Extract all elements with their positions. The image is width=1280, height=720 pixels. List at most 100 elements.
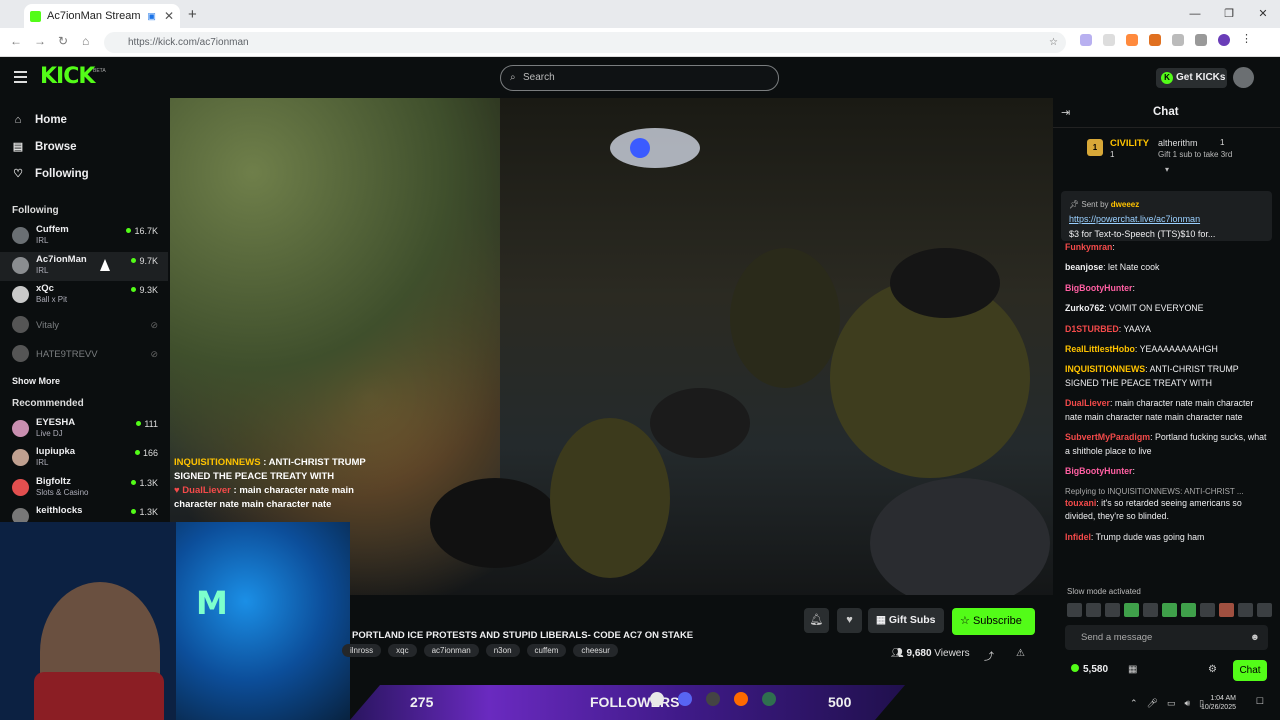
send-chat-button[interactable]: Chat: [1233, 660, 1267, 681]
share-icon[interactable]: ⤴: [984, 648, 994, 663]
channel-item[interactable]: Cuffem IRL 16.7K: [0, 222, 168, 252]
show-more-link[interactable]: Show More: [0, 370, 168, 392]
sidebar-item-following[interactable]: ♡ Following: [0, 160, 168, 187]
hamburger-menu-icon[interactable]: [14, 71, 27, 86]
user-avatar[interactable]: [1233, 67, 1254, 88]
gift-icon[interactable]: ▦: [1128, 664, 1137, 675]
tab-audio-icon[interactable]: ▣: [147, 11, 156, 22]
menu-kebab-icon[interactable]: ⋮: [1241, 34, 1253, 46]
channel-item[interactable]: Vitaly ⊘: [0, 311, 168, 341]
emote-icon[interactable]: [1086, 603, 1101, 617]
forward-icon[interactable]: →: [34, 34, 46, 48]
sidebar-item-home[interactable]: ⌂ Home: [0, 106, 168, 133]
extension-icon[interactable]: [1103, 34, 1115, 46]
extension-icon[interactable]: [1126, 34, 1138, 46]
emote-icon[interactable]: [1067, 603, 1082, 617]
chat-username[interactable]: Infidel: [1065, 532, 1091, 542]
url-field[interactable]: https://kick.com/ac7ionman ☆: [104, 32, 1066, 53]
app-icon[interactable]: [734, 692, 748, 706]
emote-icon[interactable]: [1200, 603, 1215, 617]
chat-username[interactable]: BigBootyHunter: [1065, 283, 1132, 293]
volume-icon[interactable]: 🔊︎: [1185, 698, 1191, 709]
emote-icon[interactable]: [1124, 603, 1139, 617]
close-window-icon[interactable]: ✕: [1246, 0, 1280, 28]
chat-message-input[interactable]: Send a message ☻: [1065, 625, 1268, 650]
stream-tag[interactable]: n3on: [485, 644, 520, 657]
emote-icon[interactable]: [1238, 603, 1253, 617]
channel-item[interactable]: Bigfoltz Slots & Casino 1.3K: [0, 474, 168, 504]
kicks-coin-icon: K: [1161, 72, 1173, 84]
clock-time: 1:04 AM: [1210, 695, 1236, 702]
mic-icon[interactable]: 🎤︎: [1147, 698, 1158, 709]
search-input[interactable]: ⌕ Search: [500, 65, 779, 91]
sidebar-item-browse[interactable]: ▤ Browse: [0, 133, 168, 160]
emote-bar: [1067, 603, 1272, 617]
channel-item[interactable]: keithlocks 1.3K: [0, 503, 168, 523]
emote-icon[interactable]: [1105, 603, 1120, 617]
discord-icon[interactable]: [678, 692, 692, 706]
powerchat-link[interactable]: https://powerchat.live/ac7ionman: [1069, 212, 1264, 227]
stream-tag[interactable]: cuffem: [526, 644, 567, 657]
network-icon[interactable]: ▭: [1167, 698, 1176, 709]
clock[interactable]: 1:04 AM 10/26/2025: [1201, 694, 1236, 712]
home-browser-icon[interactable]: ⌂: [82, 34, 89, 48]
emote-icon[interactable]: [1257, 603, 1272, 617]
new-tab-icon[interactable]: +: [188, 6, 197, 23]
subscribe-label: Subscribe: [972, 615, 1022, 627]
chat-username[interactable]: DualLiever: [1065, 398, 1110, 408]
notifications-icon[interactable]: ☐: [1256, 696, 1264, 707]
collapse-chat-icon[interactable]: ⇥: [1061, 106, 1070, 119]
stream-tag[interactable]: xqc: [388, 644, 417, 657]
close-tab-icon[interactable]: ✕: [164, 9, 174, 23]
chat-username[interactable]: D1STURBED: [1065, 324, 1119, 334]
chrome-icon[interactable]: [650, 692, 664, 706]
stream-tag[interactable]: ac7ionman: [423, 644, 479, 657]
chat-username[interactable]: touxani: [1065, 498, 1096, 508]
channel-points[interactable]: 5,580: [1071, 664, 1108, 675]
channel-item[interactable]: xQc Ball x Pit 9.3K: [0, 281, 168, 311]
chat-username[interactable]: SubvertMyParadigm: [1065, 432, 1150, 442]
restore-icon[interactable]: ❐: [1212, 0, 1246, 28]
video-player[interactable]: [170, 98, 1053, 595]
chat-username[interactable]: INQUISITIONNEWS: [1065, 364, 1145, 374]
channel-item[interactable]: Ac7ionMan IRL 9.7K: [0, 251, 168, 281]
emote-icon[interactable]: [1219, 603, 1234, 617]
chevron-down-icon[interactable]: ▾: [1165, 165, 1169, 174]
back-icon[interactable]: ←: [10, 34, 22, 48]
emote-icon[interactable]: [1143, 603, 1158, 617]
notifications-bell-button[interactable]: 🔔︎: [804, 608, 829, 633]
profile-avatar-icon[interactable]: [1218, 34, 1230, 46]
report-icon[interactable]: ⚠: [1016, 648, 1025, 659]
subscribe-button[interactable]: ☆ Subscribe: [952, 608, 1035, 635]
stream-tag[interactable]: cheesur: [573, 644, 618, 657]
emote-icon[interactable]: [1162, 603, 1177, 617]
extension-icon[interactable]: [1080, 34, 1092, 46]
chat-username[interactable]: beanjose: [1065, 262, 1103, 272]
kick-logo[interactable]: KICK: [40, 65, 95, 89]
chat-username[interactable]: Funkymran: [1065, 242, 1112, 252]
browser-tab[interactable]: Ac7ionMan Stream - Watc ▣ ✕: [24, 4, 180, 28]
epic-icon[interactable]: [706, 692, 720, 706]
gear-icon[interactable]: ⚙: [1208, 664, 1217, 675]
chevron-up-icon[interactable]: ⌃: [1130, 698, 1138, 709]
gift-subs-button[interactable]: ▦ Gift Subs: [868, 608, 944, 633]
minimize-icon[interactable]: —: [1178, 0, 1212, 28]
channel-item[interactable]: lupiupka IRL 166: [0, 444, 168, 474]
chat-username[interactable]: RealLittlestHobo: [1065, 344, 1135, 354]
emoji-icon[interactable]: ☻: [1250, 625, 1260, 650]
channel-item[interactable]: HATE9TREVV ⊘: [0, 340, 168, 370]
channel-item[interactable]: EYESHA Live DJ 111: [0, 415, 168, 445]
get-kicks-button[interactable]: K Get KICKs: [1156, 68, 1227, 88]
follow-heart-button[interactable]: ♥: [837, 608, 862, 633]
bookmark-star-icon[interactable]: ☆: [1049, 32, 1058, 53]
chat-username[interactable]: Zurko762: [1065, 303, 1104, 313]
app-icon[interactable]: [762, 692, 776, 706]
emote-icon[interactable]: [1181, 603, 1196, 617]
reload-icon[interactable]: ↻: [58, 34, 68, 48]
stream-tag[interactable]: ilnross: [342, 644, 382, 657]
extension-icon[interactable]: [1149, 34, 1161, 46]
puzzle-icon[interactable]: [1172, 34, 1184, 46]
reading-list-icon[interactable]: [1195, 34, 1207, 46]
chat-username[interactable]: BigBootyHunter: [1065, 466, 1132, 476]
sidebar-item-label: Following: [35, 167, 89, 180]
